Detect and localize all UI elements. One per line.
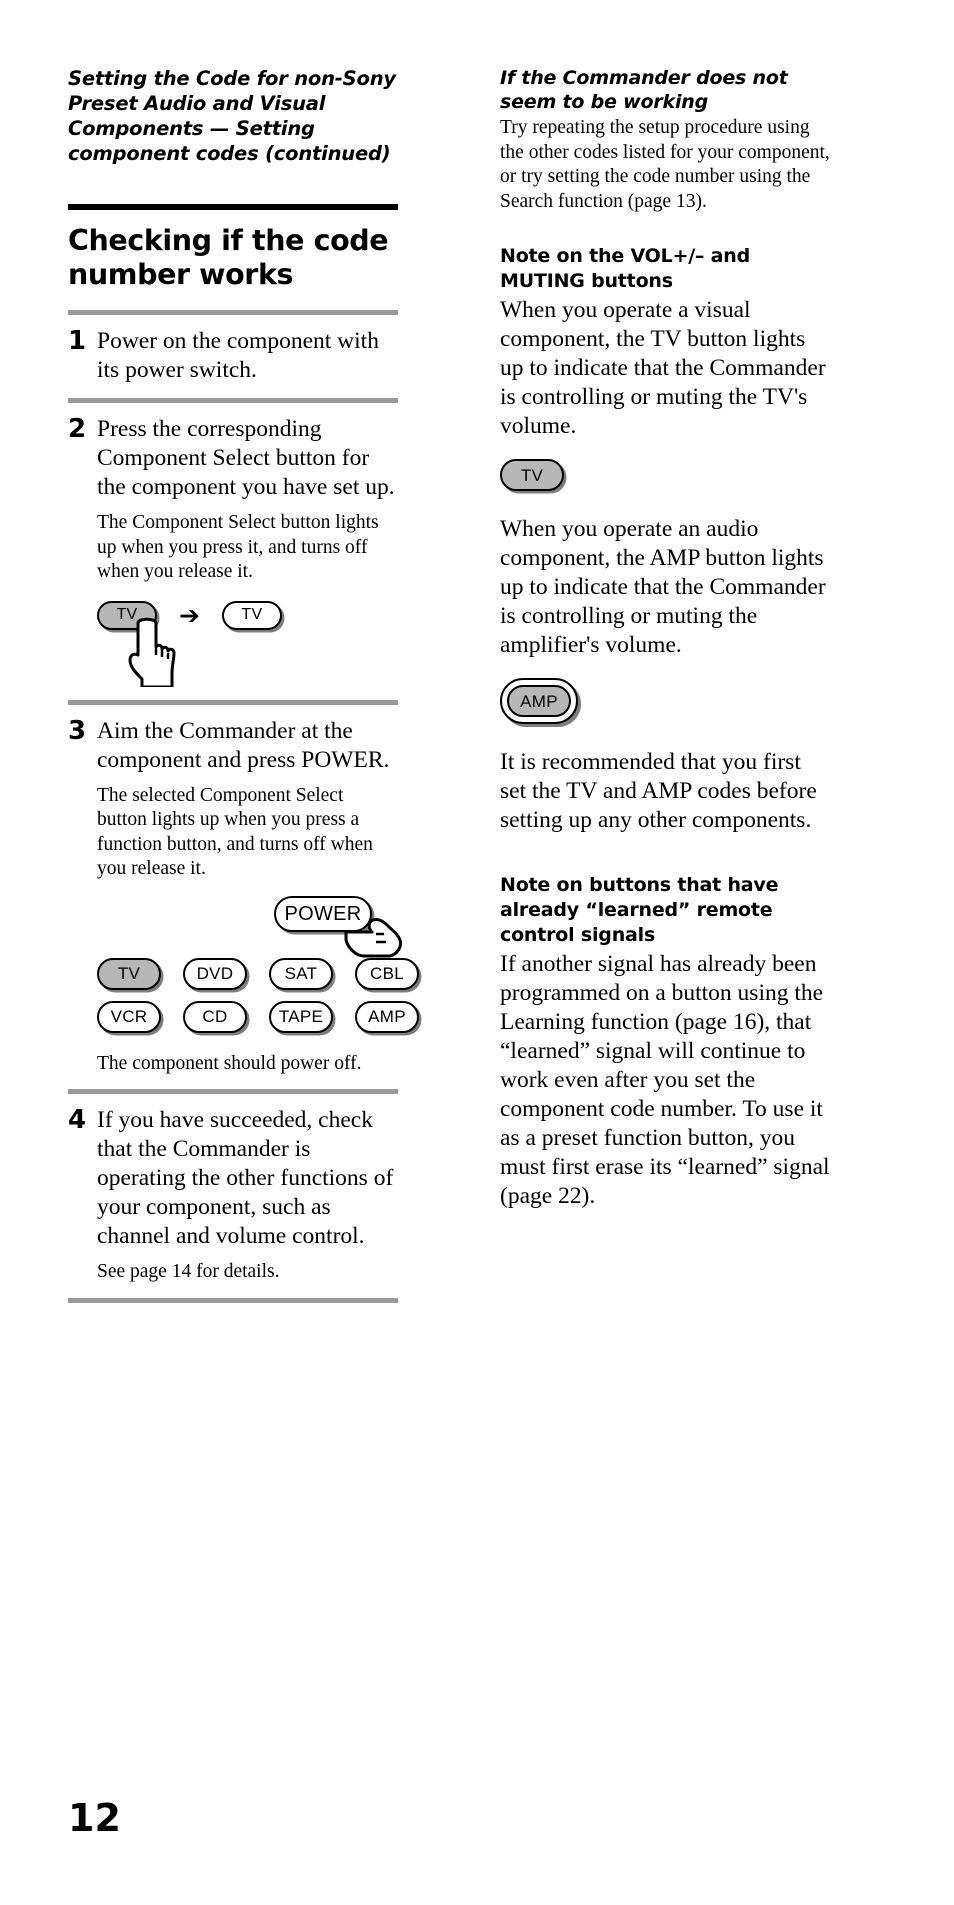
step-3-note: The selected Component Select button lig… [97,784,373,880]
note-text-audio-component: When you operate an audio component, the… [500,516,826,658]
tv-indicator-button[interactable]: TV [500,459,564,491]
step-1-text: Power on the component with its power sw… [97,328,379,383]
note-text-visual-component: When you operate a visual component, the… [500,297,826,439]
manual-page: Setting the Code for non-Sony Preset Aud… [0,0,954,1905]
component-button-amp[interactable]: AMP [355,1000,419,1033]
figure-tv-indicator: TV [500,459,830,491]
note-text-not-working: Try repeating the setup procedure using … [500,117,830,212]
component-button-cd[interactable]: CD [183,1000,247,1033]
figure-press-release: TV ➔ TV [97,600,398,687]
pointing-hand-icon [128,617,176,687]
page-number: 12 [68,1796,121,1840]
tv-button-released[interactable]: TV [221,600,282,630]
note-text-recommendation: It is recommended that you first set the… [500,749,817,833]
step-4-text: If you have succeeded, check that the Co… [97,1107,394,1249]
step-3-number: 3 [68,715,87,746]
step-2-number: 2 [68,414,87,444]
note-block-vol-muting: Note on the VOL+/– and MUTING buttons Wh… [500,244,830,835]
page-title: Checking if the code number works [68,224,389,291]
section-divider-heavy [68,204,398,210]
running-head: Setting the Code for non-Sony Preset Aud… [68,67,396,165]
note-heading-vol-muting: Note on the VOL+/– and MUTING buttons [500,245,750,292]
step-4-number: 4 [68,1105,87,1135]
figure-amp-indicator: AMP [500,678,830,724]
step-3: 3 Aim the Commander at the component and… [68,705,419,1090]
component-button-cbl[interactable]: CBL [355,957,419,990]
left-column: Setting the Code for non-Sony Preset Aud… [68,66,419,1303]
right-column: If the Commander does not seem to be wor… [500,66,830,1211]
figure-remote-keypad: POWER TV DVD SAT CBL VCR CD TAPE AMP [97,895,419,1033]
power-button-group: POWER [274,895,402,957]
step-3-after-note: The component should power off. [97,1052,362,1074]
keypad-row-2: VCR CD TAPE AMP [97,1000,419,1033]
component-button-dvd[interactable]: DVD [183,957,247,990]
keypad-row-1: TV DVD SAT CBL [97,957,419,990]
pointing-hand-icon [344,917,402,957]
step-4: 4 If you have succeeded, check that the … [68,1094,398,1298]
note-heading-not-working: If the Commander does not seem to be wor… [500,67,788,113]
step-2: 2 Press the corresponding Component Sele… [68,403,398,700]
component-button-tape[interactable]: TAPE [269,1000,333,1033]
note-heading-learned-signals: Note on buttons that have already “learn… [500,874,779,946]
note-text-learned-signals: If another signal has already been progr… [500,951,830,1209]
step-2-text: Press the corresponding Component Select… [97,416,395,500]
arrow-right-icon: ➔ [179,600,200,630]
component-button-vcr[interactable]: VCR [97,1000,161,1033]
step-3-text: Aim the Commander at the component and p… [97,717,390,773]
component-button-sat[interactable]: SAT [269,957,333,990]
step-divider-last [68,1297,398,1303]
step-2-note: The Component Select button lights up wh… [97,512,379,582]
amp-indicator-ring: AMP [500,678,578,724]
amp-indicator-button[interactable]: AMP [507,685,571,717]
note-block-learned-signals: Note on buttons that have already “learn… [500,873,830,1211]
step-1-number: 1 [68,326,87,356]
step-4-note: See page 14 for details. [97,1261,280,1282]
note-block-not-working: If the Commander does not seem to be wor… [500,66,830,214]
component-button-tv[interactable]: TV [97,957,161,990]
step-1: 1 Power on the component with its power … [68,315,398,398]
